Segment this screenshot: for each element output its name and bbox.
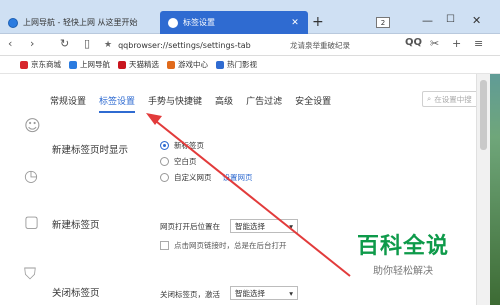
chevron-down-icon: ▾ bbox=[289, 288, 293, 298]
bookmark-icon bbox=[20, 60, 28, 69]
section-label-closetab: 关闭标签页 bbox=[52, 288, 100, 299]
watermark: 百科全说 助你轻松解决 bbox=[338, 228, 468, 280]
scroll-thumb[interactable] bbox=[480, 80, 487, 150]
tab-counter[interactable]: 2 bbox=[376, 17, 390, 28]
settings-nav: 常规设置 标签设置 手势与快捷键 高级 广告过滤 安全设置 bbox=[50, 94, 344, 113]
tab-title: 上网导航 - 轻快上网 从这里开始 bbox=[23, 18, 138, 27]
tab-settings[interactable]: 标签设置 ✕ bbox=[160, 11, 308, 34]
open-position-label: 网页打开后位置在 bbox=[160, 222, 220, 231]
settings-search-input[interactable]: ⌕ 在设置中搜 bbox=[422, 91, 482, 107]
bookmark-item[interactable]: 天猫精选 bbox=[118, 59, 159, 70]
tab-navigation[interactable]: 上网导航 - 轻快上网 从这里开始 bbox=[0, 11, 160, 34]
nav-tab-settings[interactable]: 标签设置 bbox=[99, 94, 136, 113]
star-icon[interactable]: ★ bbox=[104, 40, 112, 50]
radio-blank-page[interactable]: 空白页 bbox=[160, 156, 197, 167]
forward-icon[interactable]: › bbox=[30, 37, 34, 50]
set-page-link[interactable]: 设置网页 bbox=[223, 172, 253, 183]
bookmark-item[interactable]: 游戏中心 bbox=[167, 59, 208, 70]
nav-adblock[interactable]: 广告过滤 bbox=[246, 94, 282, 113]
refresh-icon[interactable]: ↻ bbox=[60, 37, 69, 50]
address-bar: ‹ › ↻ ▯ ★ qqbrowser://settings/settings-… bbox=[0, 34, 500, 56]
radio-custom-page[interactable]: 自定义网页 设置网页 bbox=[160, 172, 253, 183]
radio-button[interactable] bbox=[160, 141, 169, 150]
watermark-subtitle: 助你轻松解决 bbox=[373, 266, 433, 277]
plus-icon[interactable]: + bbox=[452, 37, 461, 50]
nav-gestures[interactable]: 手势与快捷键 bbox=[148, 94, 202, 113]
bookmark-item[interactable]: 京东商城 bbox=[20, 59, 61, 70]
close-tab-select[interactable]: 智能选择 ▾ bbox=[230, 286, 298, 300]
open-position-select[interactable]: 智能选择 ▾ bbox=[230, 219, 298, 233]
tab-bar: 上网导航 - 轻快上网 从这里开始 标签设置 ✕ + 2 — ☐ ✕ bbox=[0, 0, 500, 34]
bookmark-icon bbox=[216, 60, 224, 69]
scrollbar[interactable] bbox=[476, 74, 490, 305]
checkbox[interactable] bbox=[160, 241, 169, 250]
back-icon[interactable]: ‹ bbox=[8, 37, 12, 50]
scissors-icon[interactable]: ✂ bbox=[430, 37, 439, 50]
tab-title: 标签设置 bbox=[183, 18, 215, 27]
minimize-button[interactable]: — bbox=[422, 14, 433, 27]
reader-icon[interactable]: ▯ bbox=[84, 37, 90, 50]
search-icon: ⌕ bbox=[427, 94, 432, 103]
nav-advanced[interactable]: 高级 bbox=[215, 94, 233, 113]
bookmark-item[interactable]: 上网导航 bbox=[69, 59, 110, 70]
section-label-newtab: 新建标签页 bbox=[52, 220, 100, 231]
url-text[interactable]: qqbrowser://settings/settings-tab bbox=[118, 41, 251, 50]
radio-button[interactable] bbox=[160, 173, 169, 182]
globe-icon bbox=[8, 17, 18, 28]
close-window-button[interactable]: ✕ bbox=[472, 14, 481, 27]
background-open-option[interactable]: 点击网页链接时，总是在后台打开 bbox=[160, 240, 287, 251]
radio-button[interactable] bbox=[160, 157, 169, 166]
menu-icon[interactable]: ≡ bbox=[474, 37, 483, 50]
search-hint[interactable]: 龙请泉举重破纪录 bbox=[290, 40, 350, 51]
nav-general[interactable]: 常规设置 bbox=[50, 94, 86, 113]
bookmark-icon bbox=[118, 60, 126, 69]
bag-icon: ▢ bbox=[24, 212, 40, 231]
maximize-button[interactable]: ☐ bbox=[446, 14, 455, 25]
chevron-down-icon: ▾ bbox=[289, 221, 293, 231]
bookmark-item[interactable]: 热门影视 bbox=[216, 59, 257, 70]
close-tab-label: 关闭标签页，激活 bbox=[160, 290, 220, 299]
user-icon: ☺ bbox=[24, 116, 41, 135]
watermark-title: 百科全说 bbox=[356, 234, 449, 259]
qq-icon[interactable]: QQ bbox=[405, 37, 422, 48]
bookmark-icon bbox=[167, 60, 175, 69]
shirt-icon: ⛉ bbox=[24, 264, 37, 283]
new-tab-button[interactable]: + bbox=[312, 14, 324, 30]
nav-security[interactable]: 安全设置 bbox=[295, 94, 331, 113]
radio-newtab-page[interactable]: 新标签页 bbox=[160, 140, 204, 151]
bookmark-icon bbox=[69, 60, 77, 69]
clock-icon: ◷ bbox=[24, 166, 38, 185]
bookmarks-bar: 京东商城 上网导航 天猫精选 游戏中心 热门影视 bbox=[0, 56, 500, 74]
section-label-newtab-show: 新建标签页时显示 bbox=[52, 145, 129, 156]
settings-tab-icon bbox=[168, 17, 178, 28]
close-icon[interactable]: ✕ bbox=[290, 18, 300, 28]
